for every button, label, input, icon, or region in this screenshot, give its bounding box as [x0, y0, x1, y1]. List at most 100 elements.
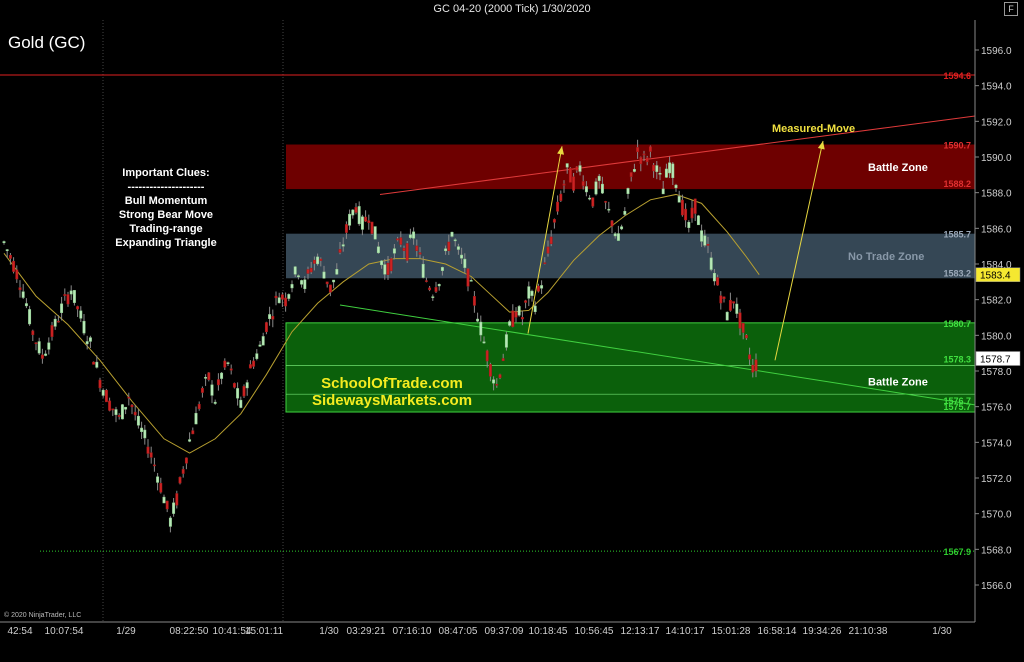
candle-body: [508, 321, 512, 326]
candle-body: [344, 224, 348, 233]
candle-body: [636, 147, 640, 153]
candle-body: [584, 186, 588, 193]
candle-body: [194, 413, 198, 425]
candle-body: [533, 305, 537, 312]
candle-body: [328, 284, 332, 293]
candle-body: [360, 216, 364, 230]
candle-body: [376, 246, 380, 254]
candle-body: [357, 206, 361, 225]
candle-body: [607, 208, 611, 211]
candle: [120, 403, 124, 420]
website-label-2[interactable]: SidewaysMarkets.com: [312, 392, 472, 409]
candle-body: [120, 404, 124, 420]
y-tick-label: 1582.0: [981, 296, 1012, 307]
candle-body: [95, 361, 99, 368]
candle-body: [700, 230, 704, 242]
candle-body: [485, 350, 489, 362]
candle-body: [149, 452, 153, 458]
candle: [450, 231, 454, 238]
candle: [389, 257, 393, 274]
candle-body: [514, 311, 518, 318]
x-tick-label: 10:56:45: [575, 626, 614, 637]
y-tick-label: 1588.0: [981, 189, 1012, 200]
candle-body: [428, 287, 432, 291]
candle-body: [703, 235, 707, 246]
candle-body: [447, 241, 451, 251]
candle-body: [104, 389, 108, 403]
candle-body: [418, 252, 422, 255]
candle-body: [136, 415, 140, 426]
candle-body: [156, 476, 160, 483]
candle-body: [693, 198, 697, 214]
candle-body: [424, 280, 428, 282]
candle-body: [594, 181, 598, 195]
candle-body: [684, 208, 688, 221]
candle-body: [127, 396, 131, 399]
candle: [591, 197, 595, 208]
candle-body: [652, 164, 656, 172]
clues-separator: ---------------------: [128, 181, 205, 193]
candle-body: [421, 263, 425, 278]
y-tick-label: 1580.0: [981, 331, 1012, 342]
candle-body: [220, 372, 224, 379]
candle-body: [639, 157, 643, 165]
candle-body: [159, 482, 163, 493]
candle-body: [88, 337, 92, 342]
candle-body: [130, 404, 134, 408]
candle-body: [188, 439, 192, 442]
candle-body: [552, 219, 556, 223]
candle-body: [146, 446, 150, 454]
x-tick-label: 16:58:14: [758, 626, 797, 637]
candle-body: [620, 226, 624, 230]
x-tick-label: 15:01:11: [245, 626, 284, 637]
candle-body: [572, 176, 576, 191]
candle-body: [668, 162, 672, 174]
x-tick-label: 08:22:50: [170, 626, 209, 637]
price-chart[interactable]: Battle Zone 1590.7 1588.2 No Trade Zone 1585…: [0, 0, 1024, 662]
candle-body: [101, 389, 105, 396]
candle-body: [559, 193, 563, 201]
candle-body: [482, 341, 486, 344]
candle-body: [261, 336, 265, 346]
candle-body: [696, 215, 700, 226]
candle-body: [524, 300, 528, 303]
candle-body: [498, 374, 502, 378]
candle-body: [111, 408, 115, 411]
candle-body: [60, 303, 64, 313]
candle-body: [556, 201, 560, 212]
clue-item: Strong Bear Move: [119, 209, 213, 221]
candle-body: [28, 309, 32, 325]
candle-body: [191, 430, 195, 435]
sma-price-value: 1583.4: [980, 271, 1011, 282]
candle-body: [12, 260, 16, 272]
candle-body: [133, 411, 137, 416]
candle-body: [223, 360, 227, 368]
candle-body: [85, 341, 89, 345]
candle-body: [47, 342, 51, 350]
candle-body: [367, 220, 371, 224]
candle-body: [527, 286, 531, 299]
candle-body: [600, 183, 604, 194]
candle-body: [56, 320, 60, 323]
candle-body: [716, 277, 720, 286]
last-price-value: 1578.7: [980, 355, 1011, 366]
candle-body: [632, 169, 636, 172]
zone-3-label: Battle Zone: [868, 377, 928, 389]
website-label-1[interactable]: SchoolOfTrade.com: [321, 375, 463, 392]
candle-body: [690, 207, 694, 219]
candle-body: [216, 379, 220, 386]
candle-body: [184, 457, 188, 464]
candle-body: [287, 294, 291, 299]
y-tick-label: 1594.0: [981, 82, 1012, 93]
candle-body: [226, 362, 230, 364]
candle-body: [258, 344, 262, 347]
inner-zone-value-1: 1578.3: [943, 355, 971, 365]
candle-body: [117, 415, 121, 417]
candle-body: [623, 211, 627, 215]
candle-body: [373, 226, 377, 240]
copyright-text: © 2020 NinjaTrader, LLC: [4, 611, 81, 619]
candle-body: [677, 196, 681, 203]
candle-body: [511, 310, 515, 327]
candle-body: [380, 260, 384, 266]
candle-body: [172, 502, 176, 514]
